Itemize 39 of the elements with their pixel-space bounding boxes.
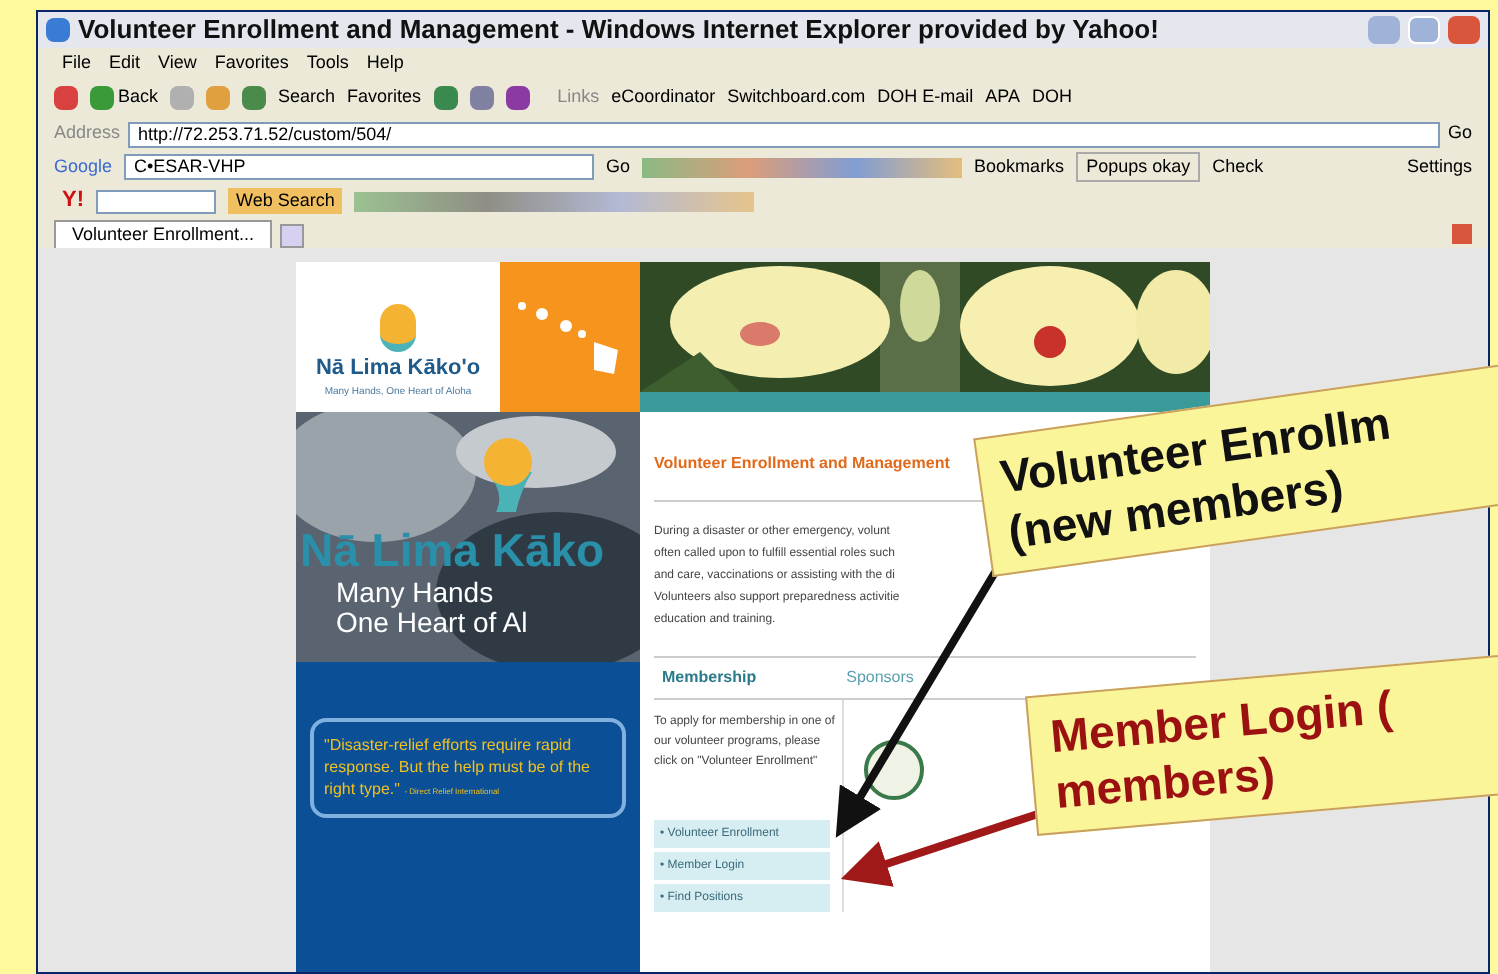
- google-logo: Google: [54, 153, 113, 180]
- menu-item[interactable]: View: [158, 49, 197, 77]
- maximize-button[interactable]: [1408, 16, 1440, 44]
- window-title: Volunteer Enrollment and Management - Windows Internet Explorer provided by Yahoo!: [78, 12, 1159, 49]
- menu-item[interactable]: Help: [366, 49, 404, 77]
- minimize-button[interactable]: [1368, 16, 1400, 44]
- favorites-button[interactable]: Favorites: [347, 84, 422, 112]
- banner-title: Nā Lima Kāko: [300, 522, 605, 578]
- yahoo-search-field[interactable]: [96, 189, 216, 213]
- web-search-button[interactable]: Web Search: [228, 187, 343, 215]
- search-button[interactable]: Search: [278, 84, 336, 112]
- link-button[interactable]: DOH E-mail: [877, 84, 974, 112]
- banner-subtitle: Many Hands: [334, 578, 496, 608]
- menu-item[interactable]: Favorites: [214, 49, 289, 77]
- close-button[interactable]: [1448, 16, 1480, 44]
- address-field[interactable]: http://72.253.71.52/custom/504/: [128, 121, 1440, 147]
- link-button[interactable]: eCoordinator: [611, 84, 716, 112]
- menu-item[interactable]: Edit: [109, 49, 141, 77]
- yahoo-logo: Y!: [62, 186, 84, 217]
- section-tab[interactable]: Membership: [662, 666, 757, 690]
- menu-item[interactable]: File: [62, 49, 92, 77]
- browser-tab[interactable]: Volunteer Enrollment...: [54, 220, 273, 248]
- check-button[interactable]: Check: [1212, 153, 1264, 181]
- google-search-field[interactable]: C•ESAR-VHP: [124, 154, 595, 180]
- menu-item[interactable]: Tools: [306, 49, 349, 77]
- address-label: Address: [54, 120, 121, 147]
- logo-title: Nā Lima Kāko'o: [315, 354, 481, 384]
- banner-subtitle: One Heart of Al: [334, 608, 530, 638]
- bookmarks-button[interactable]: Bookmarks: [974, 153, 1065, 181]
- google-go-button[interactable]: Go: [606, 153, 631, 181]
- popups-button[interactable]: Popups okay: [1076, 151, 1201, 183]
- link-button[interactable]: APA: [985, 84, 1020, 112]
- link-button[interactable]: DOH: [1032, 84, 1072, 112]
- settings-button[interactable]: Settings: [1406, 153, 1472, 181]
- go-button[interactable]: Go: [1447, 120, 1472, 148]
- links-label: Links: [557, 84, 600, 111]
- new-tab-button[interactable]: [280, 224, 305, 248]
- link-button[interactable]: Switchboard.com: [727, 84, 866, 112]
- back-button[interactable]: Back: [90, 84, 159, 112]
